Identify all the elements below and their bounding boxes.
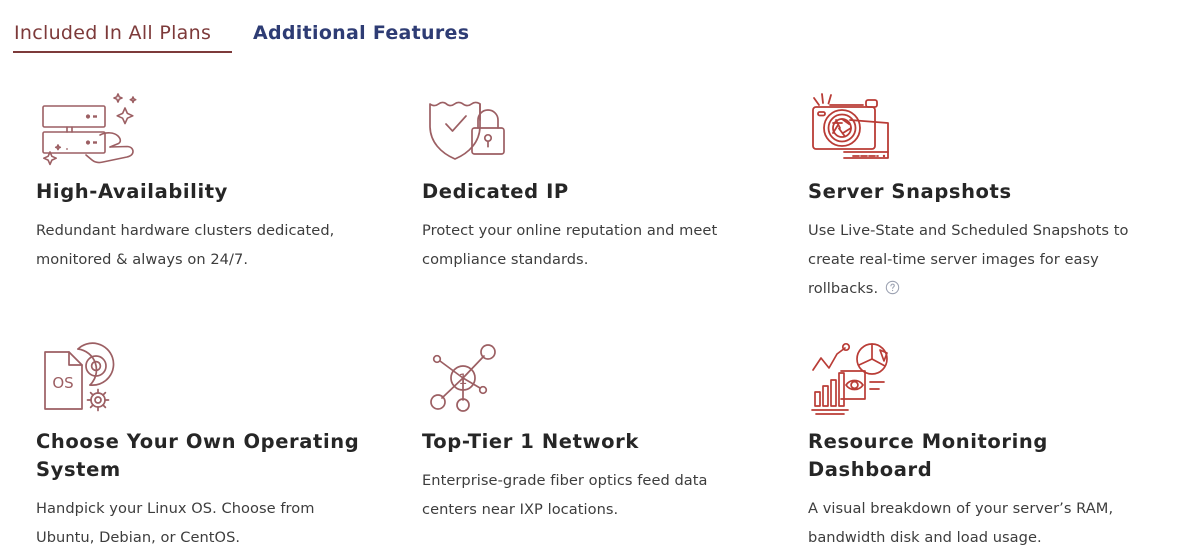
features-row-1: High-Availability Redundant hardware clu… [0,80,1180,305]
tab-additional-features[interactable]: Additional Features [253,20,469,46]
feature-tabs: Included In All Plans Additional Feature… [0,0,1180,55]
active-tab-underline [13,51,232,53]
feature-description: Redundant hardware clusters dedicated, m… [36,222,335,268]
feature-title: Top-Tier 1 Network [422,430,639,453]
feature-description: Handpick your Linux OS. Choose from Ubun… [36,500,315,546]
feature-title: Resource Monitoring Dashboard [808,430,1048,481]
shield-lock-icon [422,80,752,168]
feature-title: Dedicated IP [422,180,569,203]
feature-description: Enterprise-grade fiber optics feed data … [422,472,708,518]
feature-description-text: Use Live-State and Scheduled Snapshots t… [808,222,1129,297]
tab-included-in-all-plans[interactable]: Included In All Plans [14,20,211,46]
feature-description: Protect your online reputation and meet … [422,222,718,268]
camera-icon [808,80,1138,168]
feature-card-operating-system: OS Choose Your Own Operating System Hand… [0,330,386,552]
feature-card-dedicated-ip: Dedicated IP Protect your online reputat… [386,80,772,305]
feature-card-high-availability: High-Availability Redundant hardware clu… [0,80,386,305]
os-disc-gear-icon: OS [36,330,366,418]
feature-card-server-snapshots: Server Snapshots Use Live-State and Sche… [772,80,1158,305]
os-icon-text: OS [52,374,73,392]
network-nodes-icon: 1 [422,330,752,418]
feature-title: Choose Your Own Operating System [36,430,360,481]
features-grid: High-Availability Redundant hardware clu… [0,80,1180,552]
feature-description: A visual breakdown of your server’s RAM,… [808,500,1114,546]
server-hand-icon [36,80,366,168]
features-row-2: OS Choose Your Own Operating System Hand… [0,330,1180,552]
feature-card-network: 1 Top-Tier 1 Network Enterprise-grade fi… [386,330,772,552]
feature-title: Server Snapshots [808,180,1012,203]
feature-card-monitoring: Resource Monitoring Dashboard A visual b… [772,330,1158,552]
help-circle-icon[interactable] [885,276,900,305]
feature-title: High-Availability [36,180,228,203]
network-icon-text: 1 [459,372,468,388]
feature-description: Use Live-State and Scheduled Snapshots t… [808,216,1138,305]
monitoring-dashboard-icon [808,330,1138,418]
